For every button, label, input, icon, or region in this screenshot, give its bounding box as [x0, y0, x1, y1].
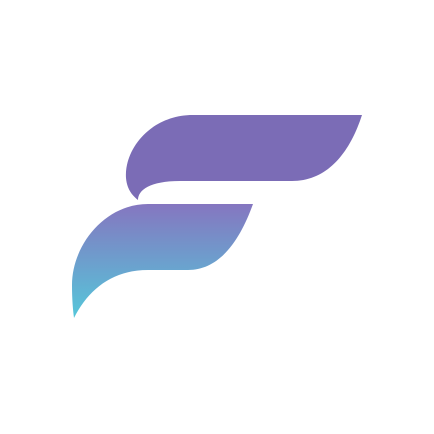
logo-upper-stroke	[125, 115, 362, 200]
logo-lower-stroke	[72, 204, 253, 318]
app-icon-canvas	[0, 0, 434, 434]
f-letter-logo-icon	[72, 115, 362, 318]
